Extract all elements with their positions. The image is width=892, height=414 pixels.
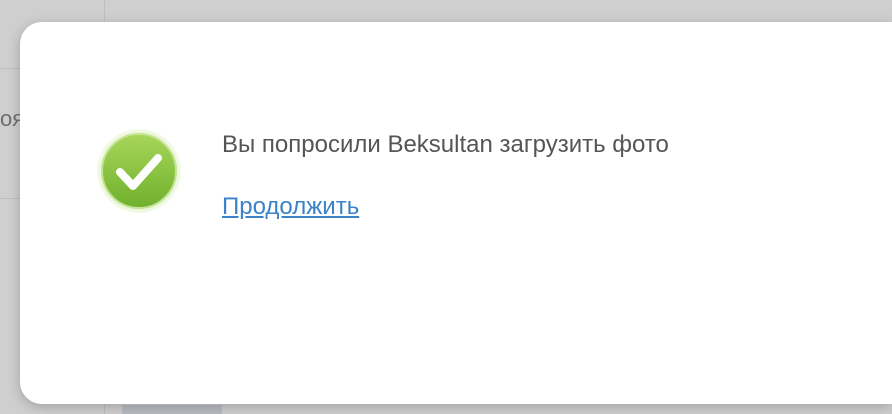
dialog-content: Вы попросили Beksultan загрузить фото Пр… [96,128,669,222]
background-tab [122,405,222,414]
confirmation-dialog: Вы попросили Beksultan загрузить фото Пр… [20,22,892,404]
checkmark-success-icon [96,128,182,214]
dialog-message: Вы попросили Beksultan загрузить фото [222,131,669,158]
dialog-text-block: Вы попросили Beksultan загрузить фото Пр… [222,128,669,222]
continue-link[interactable]: Продолжить [222,192,359,222]
